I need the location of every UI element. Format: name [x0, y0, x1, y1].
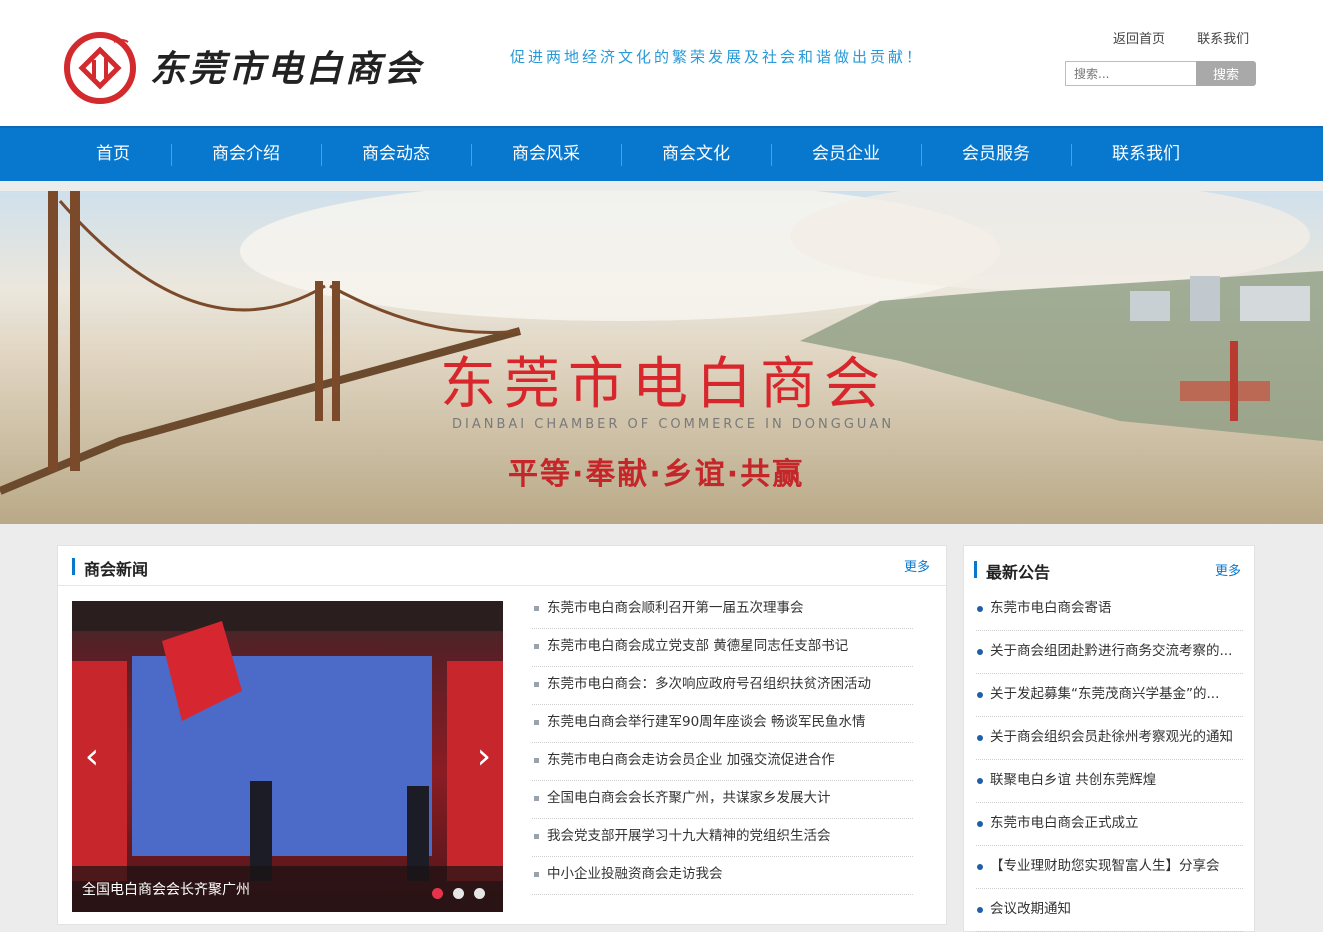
- slider-photo: [72, 601, 503, 912]
- site-logo-text[interactable]: 东莞市电白商会: [150, 40, 423, 92]
- news-list-item[interactable]: 中小企业投融资商会走访我会: [532, 857, 913, 895]
- chevron-right-icon[interactable]: ›: [472, 739, 496, 775]
- notice-list-item[interactable]: 东莞市电白商会正式成立: [976, 803, 1243, 846]
- news-list-item[interactable]: 东莞电白商会举行建军90周年座谈会 畅谈军民鱼水情: [532, 705, 913, 743]
- site-slogan: 促进两地经济文化的繁荣发展及社会和谐做出贡献！: [510, 48, 925, 66]
- news-panel-title: 商会新闻: [84, 560, 149, 579]
- bullet-icon: [977, 649, 983, 655]
- notice-list-item[interactable]: 联聚电白乡谊 共创东莞辉煌: [976, 760, 1243, 803]
- search-button[interactable]: 搜索: [1196, 61, 1256, 86]
- nav-divider: [471, 144, 472, 166]
- bullet-icon: [534, 720, 539, 725]
- bullet-icon: [534, 872, 539, 877]
- notice-panel: 最新公告 更多 东莞市电白商会寄语 关于商会组团赴黔进行商务交流考察的... 关…: [963, 545, 1255, 932]
- slider-dot-active[interactable]: [432, 888, 443, 899]
- chevron-left-icon[interactable]: ‹: [80, 739, 104, 775]
- bullet-icon: [534, 796, 539, 801]
- slider-dot[interactable]: [474, 888, 485, 899]
- bullet-icon: [977, 821, 983, 827]
- bullet-icon: [534, 644, 539, 649]
- nav-item-about[interactable]: 商会介绍: [196, 128, 296, 181]
- slider-dot[interactable]: [453, 888, 464, 899]
- bullet-icon: [977, 606, 983, 612]
- news-list-item[interactable]: 全国电白商会会长齐聚广州，共谋家乡发展大计: [532, 781, 913, 819]
- notice-more-link[interactable]: 更多: [1215, 560, 1241, 579]
- nav-divider: [771, 144, 772, 166]
- bullet-icon: [534, 682, 539, 687]
- nav-divider: [621, 144, 622, 166]
- search-input[interactable]: [1065, 61, 1197, 86]
- contact-link[interactable]: 联系我们: [1197, 32, 1249, 47]
- notice-panel-header: 最新公告 更多: [964, 546, 1254, 586]
- site-header: 东莞市电白商会 促进两地经济文化的繁荣发展及社会和谐做出贡献！ 返回首页 联系我…: [0, 0, 1323, 126]
- nav-item-style[interactable]: 商会风采: [496, 128, 596, 181]
- nav-item-news[interactable]: 商会动态: [346, 128, 446, 181]
- bullet-icon: [977, 907, 983, 913]
- bullet-icon: [977, 778, 983, 784]
- news-list-item[interactable]: 我会党支部开展学习十九大精神的党组织生活会: [532, 819, 913, 857]
- news-list-item[interactable]: 东莞市电白商会：多次响应政府号召组织扶贫济困活动: [532, 667, 913, 705]
- nav-item-services[interactable]: 会员服务: [946, 128, 1046, 181]
- nav-item-home[interactable]: 首页: [63, 128, 163, 181]
- notice-list-item[interactable]: 关于商会组织会员赴徐州考察观光的通知: [976, 717, 1243, 760]
- banner-subtitle: DIANBAI CHAMBER OF COMMERCE IN DONGGUAN: [452, 417, 895, 432]
- news-more-link[interactable]: 更多: [904, 556, 930, 575]
- logo-emblem[interactable]: [62, 30, 138, 106]
- nav-item-members[interactable]: 会员企业: [796, 128, 896, 181]
- news-list-item[interactable]: 东莞市电白商会成立党支部 黄德星同志任支部书记: [532, 629, 913, 667]
- banner-title: 东莞市电白商会: [440, 352, 888, 417]
- nav-divider: [171, 144, 172, 166]
- news-panel-header: 商会新闻 更多: [58, 546, 946, 586]
- nav-item-culture[interactable]: 商会文化: [646, 128, 746, 181]
- bullet-icon: [534, 758, 539, 763]
- bullet-icon: [534, 834, 539, 839]
- news-slider[interactable]: ‹ › 全国电白商会会长齐聚广州: [72, 601, 503, 912]
- bullet-icon: [977, 692, 983, 698]
- notice-list-item[interactable]: 东莞市电白商会寄语: [976, 588, 1243, 631]
- nav-divider: [921, 144, 922, 166]
- home-link[interactable]: 返回首页: [1113, 32, 1165, 47]
- nav-divider: [321, 144, 322, 166]
- news-list: 东莞市电白商会顺利召开第一届五次理事会 东莞市电白商会成立党支部 黄德星同志任支…: [532, 591, 913, 895]
- hero-banner: 东莞市电白商会 DIANBAI CHAMBER OF COMMERCE IN D…: [0, 191, 1323, 524]
- panel-accent-bar: [72, 558, 75, 575]
- notice-list: 东莞市电白商会寄语 关于商会组团赴黔进行商务交流考察的... 关于发起募集“东莞…: [976, 588, 1243, 932]
- notice-list-item[interactable]: 【专业理财助您实现智富人生】分享会: [976, 846, 1243, 889]
- news-panel: 商会新闻 更多 ‹ › 全国电白商会会长齐聚广州 东莞市电白商会顺利召开第一届五…: [57, 545, 947, 925]
- notice-list-item[interactable]: 会议改期通知: [976, 889, 1243, 932]
- slider-caption: 全国电白商会会长齐聚广州: [82, 882, 250, 898]
- nav-item-contact[interactable]: 联系我们: [1096, 128, 1196, 181]
- banner-motto: 平等·奉献·乡谊·共赢: [508, 457, 805, 492]
- notice-list-item[interactable]: 关于商会组团赴黔进行商务交流考察的...: [976, 631, 1243, 674]
- bullet-icon: [534, 606, 539, 611]
- news-list-item[interactable]: 东莞市电白商会走访会员企业 加强交流促进合作: [532, 743, 913, 781]
- panel-accent-bar: [974, 561, 977, 578]
- bullet-icon: [977, 864, 983, 870]
- news-list-item[interactable]: 东莞市电白商会顺利召开第一届五次理事会: [532, 591, 913, 629]
- notice-list-item[interactable]: 关于发起募集“东莞茂商兴学基金”的...: [976, 674, 1243, 717]
- nav-divider: [1071, 144, 1072, 166]
- search-box: 搜索: [1065, 61, 1256, 86]
- main-nav: 首页 商会介绍 商会动态 商会风采 商会文化 会员企业 会员服务 联系我们: [0, 126, 1323, 181]
- notice-panel-title: 最新公告: [986, 563, 1051, 582]
- bullet-icon: [977, 735, 983, 741]
- top-links: 返回首页 联系我们: [1113, 28, 1249, 47]
